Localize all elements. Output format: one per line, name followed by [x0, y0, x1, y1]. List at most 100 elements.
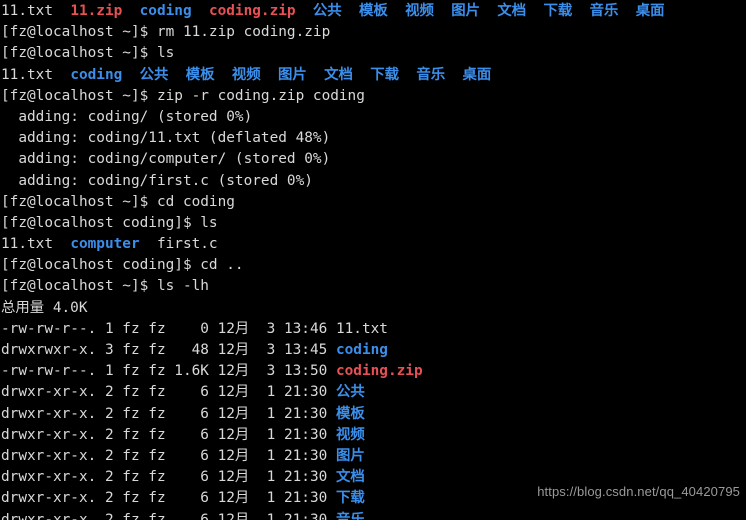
terminal-line-row-coding-zip: -rw-rw-r--. 1 fz fz 1.6K 12月 3 13:50 cod… — [1, 361, 745, 382]
terminal-line-cmd-cd-up: [fz@localhost coding]$ cd .. — [1, 255, 745, 276]
text-segment: 图片 — [278, 66, 307, 83]
text-segment: 公共 — [312, 3, 342, 19]
text-segment: 下载 — [370, 66, 400, 83]
text-segment: 桌面 — [635, 3, 665, 19]
text-segment: 文档 — [335, 469, 365, 486]
text-segment — [399, 67, 416, 83]
terminal-line-ls-output-initial: 11.txt 11.zip coding coding.zip 公共 模板 视频… — [1, 1, 745, 22]
text-segment — [122, 3, 139, 19]
terminal-line-cmd-ls-1: [fz@localhost ~]$ ls — [1, 43, 745, 64]
terminal-line-total-size: 总用量 4.0K — [1, 298, 745, 319]
text-segment: 模板 — [359, 3, 388, 19]
text-segment: 模板 — [335, 405, 365, 422]
text-segment — [526, 3, 543, 19]
terminal-line-row-yinyue: drwxr-xr-x. 2 fz fz 6 12月 1 21:30 音乐 — [1, 510, 745, 520]
text-segment — [342, 3, 359, 19]
text-segment — [434, 3, 451, 19]
text-segment: adding: coding/11.txt (deflated 48%) — [1, 130, 331, 147]
text-segment — [215, 67, 232, 83]
terminal-line-row-muban: drwxr-xr-x. 2 fz fz 6 12月 1 21:30 模板 — [1, 404, 745, 425]
text-segment: 桌面 — [462, 66, 492, 83]
text-segment: coding.zip — [208, 3, 296, 19]
text-segment: [fz@localhost coding]$ ls — [1, 214, 218, 231]
terminal-line-cmd-zip: [fz@localhost ~]$ zip -r coding.zip codi… — [1, 86, 745, 107]
text-segment: [fz@localhost ~]$ zip -r coding.zip codi… — [1, 87, 365, 104]
text-segment: first.c — [139, 236, 218, 253]
text-segment: 音乐 — [335, 511, 365, 520]
text-segment — [618, 3, 635, 19]
text-segment: [fz@localhost ~]$ ls -lh — [1, 278, 209, 295]
text-segment: drwxr-xr-x. 2 fz fz 6 12月 1 21:30 — [1, 469, 336, 486]
text-segment: coding.zip — [335, 363, 423, 380]
text-segment: coding — [335, 342, 388, 358]
text-segment: computer — [70, 236, 140, 253]
text-segment: 音乐 — [416, 66, 446, 83]
text-segment: coding — [139, 3, 192, 19]
text-segment — [168, 67, 185, 83]
text-segment: 视频 — [405, 3, 434, 19]
terminal-line-cmd-ls-2: [fz@localhost coding]$ ls — [1, 213, 745, 234]
text-segment: adding: coding/ (stored 0%) — [1, 108, 253, 125]
text-segment — [480, 3, 497, 19]
text-segment: drwxr-xr-x. 2 fz fz 6 12月 1 21:30 — [1, 426, 336, 443]
text-segment: 音乐 — [589, 3, 619, 19]
text-segment: 文档 — [324, 66, 353, 83]
text-segment: drwxr-xr-x. 2 fz fz 6 12月 1 21:30 — [1, 511, 336, 520]
terminal-line-cmd-cd-coding: [fz@localhost ~]$ cd coding — [1, 192, 745, 213]
terminal-line-zip-adding-3: adding: coding/computer/ (stored 0%) — [1, 149, 745, 170]
text-segment: 公共 — [139, 66, 169, 83]
text-segment — [122, 67, 139, 83]
text-segment — [388, 3, 405, 19]
text-segment: 视频 — [231, 66, 261, 83]
text-segment: 11.txt — [1, 236, 71, 253]
text-segment — [307, 67, 324, 83]
text-segment: drwxr-xr-x. 2 fz fz 6 12月 1 21:30 — [1, 447, 336, 464]
terminal-line-zip-adding-2: adding: coding/11.txt (deflated 48%) — [1, 128, 745, 149]
text-segment: 公共 — [335, 384, 365, 401]
text-segment: 视频 — [335, 426, 365, 443]
text-segment: -rw-rw-r--. 1 fz fz 1.6K 12月 3 13:50 — [1, 363, 336, 380]
text-segment — [261, 67, 278, 83]
text-segment — [296, 3, 313, 19]
text-segment: 下载 — [543, 3, 573, 19]
text-segment: [fz@localhost ~]$ cd coding — [1, 193, 235, 210]
terminal-line-zip-adding-4: adding: coding/first.c (stored 0%) — [1, 171, 745, 192]
text-segment: 11.zip — [70, 3, 123, 19]
text-segment — [445, 67, 462, 83]
text-segment: adding: coding/computer/ (stored 0%) — [1, 151, 331, 168]
text-segment: drwxr-xr-x. 2 fz fz 6 12月 1 21:30 — [1, 405, 336, 422]
text-segment: 图片 — [451, 3, 481, 19]
text-segment: 11.txt — [335, 320, 388, 337]
text-segment: drwxr-xr-x. 2 fz fz 6 12月 1 21:30 — [1, 384, 336, 401]
text-segment: adding: coding/first.c (stored 0%) — [1, 172, 313, 189]
terminal-screen[interactable]: 11.txt 11.zip coding coding.zip 公共 模板 视频… — [1, 1, 745, 520]
text-segment: 图片 — [335, 447, 365, 464]
text-segment: 下载 — [335, 490, 365, 507]
text-segment: 总用量 4.0K — [1, 299, 88, 316]
terminal-line-zip-adding-1: adding: coding/ (stored 0%) — [1, 107, 745, 128]
text-segment — [572, 3, 589, 19]
text-segment: -rw-rw-r--. 1 fz fz 0 12月 3 13:46 — [1, 320, 336, 337]
text-segment: [fz@localhost ~]$ ls — [1, 45, 175, 62]
text-segment: drwxr-xr-x. 2 fz fz 6 12月 1 21:30 — [1, 490, 336, 507]
text-segment — [192, 3, 209, 19]
text-segment: coding — [70, 66, 123, 83]
text-segment — [353, 67, 370, 83]
terminal-line-row-gonggong: drwxr-xr-x. 2 fz fz 6 12月 1 21:30 公共 — [1, 382, 745, 403]
terminal-window[interactable]: 11.txt 11.zip coding coding.zip 公共 模板 视频… — [0, 0, 746, 520]
terminal-line-row-coding: drwxrwxr-x. 3 fz fz 48 12月 3 13:45 codin… — [1, 340, 745, 361]
text-segment: drwxrwxr-x. 3 fz fz 48 12月 3 13:45 — [1, 342, 336, 358]
text-segment: [fz@localhost ~]$ rm 11.zip coding.zip — [1, 24, 331, 41]
terminal-line-row-11-txt: -rw-rw-r--. 1 fz fz 0 12月 3 13:46 11.txt — [1, 319, 745, 340]
text-segment: 文档 — [497, 3, 527, 19]
terminal-line-cmd-rm: [fz@localhost ~]$ rm 11.zip coding.zip — [1, 22, 745, 43]
terminal-line-row-tupian: drwxr-xr-x. 2 fz fz 6 12月 1 21:30 图片 — [1, 446, 745, 467]
terminal-line-ls-output-after-rm: 11.txt coding 公共 模板 视频 图片 文档 下载 音乐 桌面 — [1, 65, 745, 86]
terminal-line-cmd-ls-lh: [fz@localhost ~]$ ls -lh — [1, 276, 745, 297]
watermark-text: https://blog.csdn.net/qq_40420795 — [537, 483, 740, 499]
text-segment: 11.txt — [1, 3, 71, 19]
terminal-line-ls-output-coding: 11.txt computer first.c — [1, 234, 745, 255]
terminal-line-row-shipin: drwxr-xr-x. 2 fz fz 6 12月 1 21:30 视频 — [1, 425, 745, 446]
text-segment: 11.txt — [1, 66, 71, 83]
text-segment: 模板 — [185, 66, 215, 83]
